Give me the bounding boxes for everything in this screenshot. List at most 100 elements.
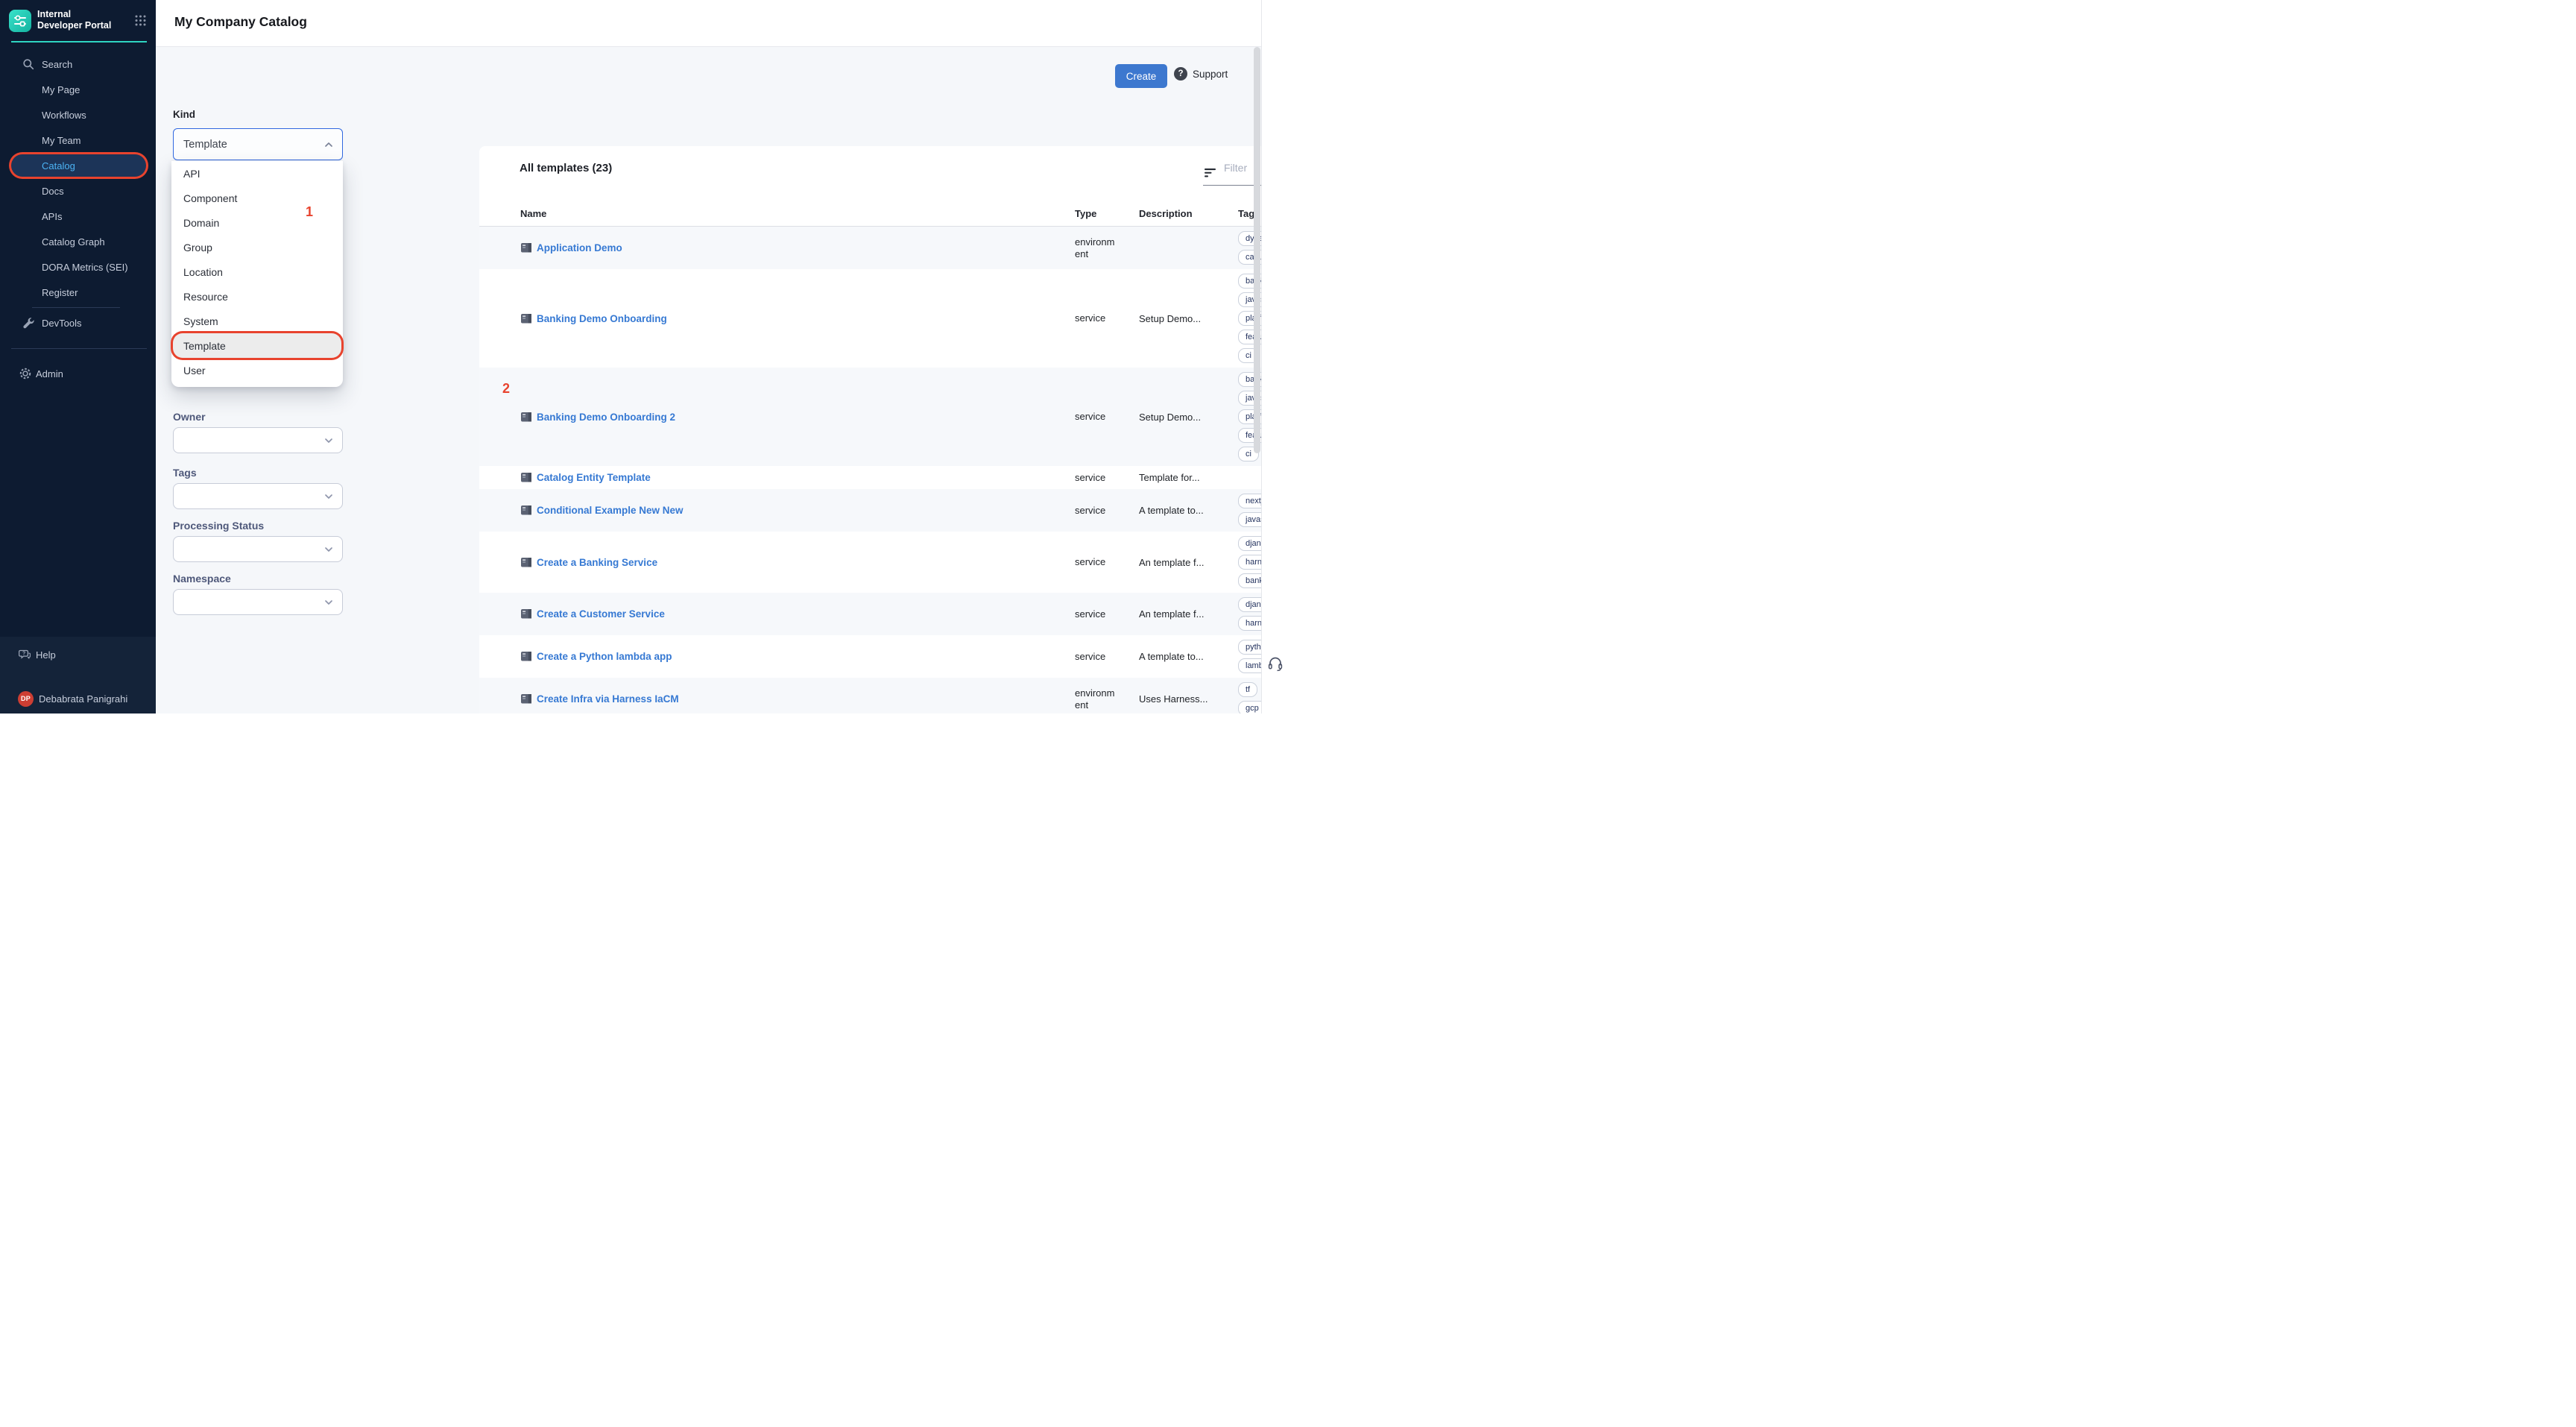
sidebar-item-search[interactable]: Search [0, 51, 156, 77]
tags-select[interactable] [173, 483, 343, 509]
sidebar-item-help[interactable]: ? Help [0, 643, 156, 666]
template-icon [520, 693, 532, 705]
main-content: Create ? Support Kind Template APICompon… [156, 47, 1261, 714]
create-button[interactable]: Create [1115, 64, 1167, 88]
cell-description: An template f... [1139, 608, 1238, 620]
kind-dropdown-option-api[interactable]: API [171, 161, 343, 186]
sidebar-item-admin[interactable]: Admin [0, 361, 156, 386]
kind-dropdown-option-component[interactable]: Component [171, 186, 343, 210]
cell-type: environment [1075, 236, 1139, 260]
kind-dropdown-option-resource[interactable]: Resource [171, 284, 343, 309]
kind-dropdown-option-system[interactable]: System [171, 309, 343, 333]
sidebar: Internal Developer Portal SearchMy PageW… [0, 0, 156, 714]
apps-grid-icon[interactable] [134, 14, 147, 27]
sidebar-item-docs[interactable]: Docs [0, 178, 156, 204]
sidebar-item-register[interactable]: Register [0, 280, 156, 305]
kind-dropdown-menu: APIComponentDomainGroupLocationResourceS… [171, 161, 343, 387]
sidebar-item-label: Register [42, 287, 78, 298]
filter-funnel-icon [1205, 168, 1216, 178]
template-icon [520, 608, 532, 620]
cell-description: Template for... [1139, 472, 1238, 483]
sidebar-divider [32, 307, 120, 308]
cell-type: service [1075, 556, 1139, 568]
sidebar-item-catalog-graph[interactable]: Catalog Graph [0, 229, 156, 254]
template-icon [520, 242, 532, 253]
sidebar-item-workflows[interactable]: Workflows [0, 102, 156, 127]
sidebar-nav: Search My Page Workflows My Team Catalog Docs… [0, 51, 156, 336]
cell-description: Setup Demo... [1139, 412, 1238, 423]
cell-name: Conditional Example New New [520, 505, 1075, 516]
template-link-banking-demo-onboarding[interactable]: Banking Demo Onboarding [537, 313, 667, 324]
headset-support-icon[interactable] [1266, 655, 1284, 672]
filter-group-owner: Owner [173, 411, 343, 453]
cell-name: Create Infra via Harness IaCM [520, 693, 1075, 705]
page-header: My Company Catalog [156, 0, 1288, 47]
sidebar-brand-divider [11, 41, 147, 42]
template-icon [520, 313, 532, 324]
table-body: Application Demo environment dynamiccata… [479, 227, 1288, 714]
template-link-create-a-customer-service[interactable]: Create a Customer Service [537, 608, 665, 620]
template-link-create-a-banking-service[interactable]: Create a Banking Service [537, 557, 657, 568]
template-link-banking-demo-onboarding-2[interactable]: Banking Demo Onboarding 2 [537, 412, 675, 423]
kind-dropdown-option-domain[interactable]: Domain [171, 210, 343, 235]
filter-label: Tags [173, 467, 343, 479]
sidebar-item-label: DevTools [42, 318, 81, 329]
kind-dropdown-option-group[interactable]: Group [171, 235, 343, 259]
template-icon [520, 557, 532, 568]
page-scrollbar[interactable] [1254, 47, 1260, 453]
sidebar-user[interactable]: DP Debabrata Panigrahi [0, 687, 156, 710]
filter-label: Processing Status [173, 520, 343, 532]
sidebar-item-dora-metrics-sei[interactable]: DORA Metrics (SEI) [0, 254, 156, 280]
kind-dropdown-option-location[interactable]: Location [171, 259, 343, 284]
sidebar-item-label: Search [42, 59, 72, 70]
table-row: Create Infra via Harness IaCM environmen… [479, 678, 1288, 714]
table-row: Create a Customer Service service An tem… [479, 593, 1288, 635]
filter-label: Namespace [173, 573, 343, 585]
template-link-create-infra-via-harness-iacm[interactable]: Create Infra via Harness IaCM [537, 693, 679, 705]
template-icon [520, 651, 532, 662]
support-label: Support [1193, 69, 1228, 80]
question-circle-icon: ? [1174, 67, 1187, 81]
sidebar-item-my-team[interactable]: My Team [0, 127, 156, 153]
template-link-create-a-python-lambda-app[interactable]: Create a Python lambda app [537, 651, 672, 662]
processing-status-select[interactable] [173, 536, 343, 562]
cell-description: A template to... [1139, 651, 1238, 662]
page-title: My Company Catalog [174, 14, 307, 30]
template-link-catalog-entity-template[interactable]: Catalog Entity Template [537, 472, 651, 483]
cell-type: environment [1075, 687, 1139, 711]
filter-label: Owner [173, 411, 343, 423]
templates-count-heading: All templates (23) [520, 162, 612, 174]
template-link-conditional-example-new-new[interactable]: Conditional Example New New [537, 505, 684, 516]
sidebar-item-my-page[interactable]: My Page [0, 77, 156, 102]
sidebar-item-label: Catalog Graph [42, 236, 105, 248]
cell-type: service [1075, 608, 1139, 620]
namespace-select[interactable] [173, 589, 343, 615]
tag-chip-tf: tf [1238, 682, 1257, 697]
chevron-down-icon [323, 435, 334, 446]
cell-type: service [1075, 651, 1139, 663]
sidebar-item-label: Catalog [42, 160, 75, 171]
support-button[interactable]: ? Support [1174, 67, 1228, 81]
svg-text:?: ? [22, 652, 25, 657]
app-window: Internal Developer Portal SearchMy PageW… [0, 0, 1288, 714]
owner-select[interactable] [173, 427, 343, 453]
sidebar-item-label: DORA Metrics (SEI) [42, 262, 128, 273]
sidebar-item-label: Workflows [42, 110, 86, 121]
search-icon [22, 58, 34, 70]
cell-name: Create a Customer Service [520, 608, 1075, 620]
annotation-step-2: 2 [502, 381, 510, 397]
cell-type: service [1075, 312, 1139, 324]
kind-select[interactable]: Template [173, 128, 343, 160]
table-row: Conditional Example New New service A te… [479, 489, 1288, 532]
chevron-down-icon [323, 544, 334, 555]
kind-dropdown-option-user[interactable]: User [171, 358, 343, 382]
sidebar-item-devtools[interactable]: DevTools [0, 310, 156, 336]
sidebar-item-catalog[interactable]: Catalog [11, 154, 146, 177]
cell-name: Banking Demo Onboarding 2 [520, 412, 1075, 423]
template-link-application-demo[interactable]: Application Demo [537, 242, 622, 253]
table-header-row: Name Type Description Tags Actions [479, 193, 1288, 227]
kind-dropdown-option-template[interactable]: Template [173, 333, 341, 358]
sidebar-item-apis[interactable]: APIs [0, 204, 156, 229]
right-gutter [1261, 0, 1288, 714]
sidebar-item-label: My Page [42, 84, 80, 95]
